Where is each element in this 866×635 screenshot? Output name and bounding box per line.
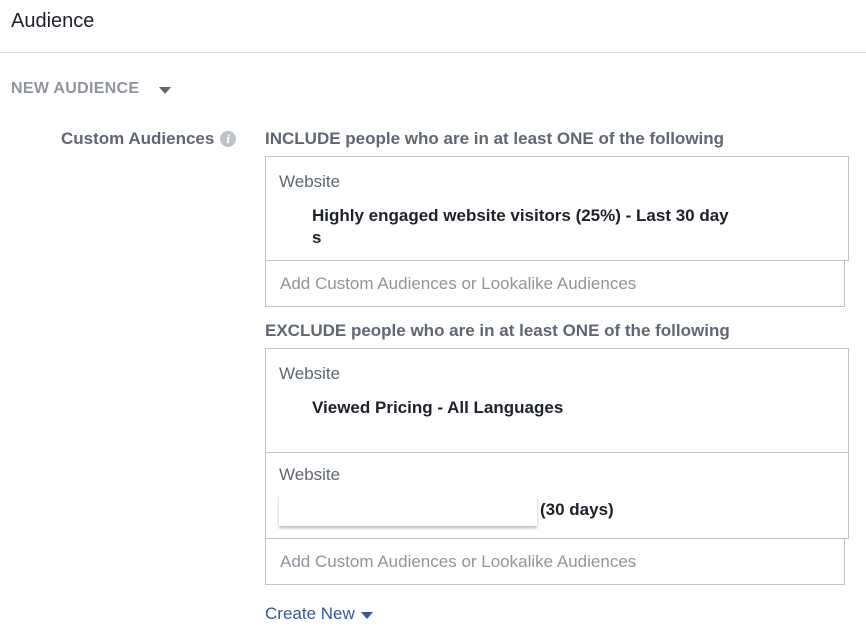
exclude-audience-item: Website (30 days) bbox=[265, 452, 849, 539]
custom-audiences-label-row: Custom Audiences i bbox=[61, 129, 237, 149]
audience-source-label: Website bbox=[279, 364, 341, 383]
include-add-audience-input[interactable] bbox=[265, 260, 845, 307]
section-header: Audience bbox=[0, 0, 866, 53]
exclude-add-audience-input[interactable] bbox=[265, 538, 845, 585]
audience-name-line-2: s bbox=[312, 228, 322, 247]
redacted-audience-name bbox=[279, 494, 537, 526]
exclude-audience-item: Website Viewed Pricing - All Languages bbox=[265, 348, 849, 453]
include-heading: INCLUDE people who are in at least ONE o… bbox=[265, 129, 725, 148]
create-new-label: Create New bbox=[265, 604, 355, 623]
chevron-down-icon bbox=[360, 611, 373, 619]
audience-source-label: Website bbox=[279, 172, 341, 191]
chevron-down-icon bbox=[159, 87, 172, 94]
custom-audiences-label: Custom Audiences bbox=[61, 129, 215, 148]
audience-name: Viewed Pricing - All Languages bbox=[312, 398, 564, 417]
exclude-heading: EXCLUDE people who are in at least ONE o… bbox=[265, 321, 730, 340]
audience-source-label: Website bbox=[279, 465, 341, 484]
info-icon[interactable]: i bbox=[220, 131, 237, 147]
new-audience-label: NEW AUDIENCE bbox=[11, 80, 140, 97]
create-new-button[interactable]: Create New bbox=[265, 604, 373, 624]
audience-duration: (30 days) bbox=[540, 500, 614, 519]
audience-name: Highly engaged website visitors (25%) - … bbox=[312, 205, 729, 249]
section-title: Audience bbox=[11, 10, 95, 32]
include-audience-item: Website Highly engaged website visitors … bbox=[265, 156, 849, 261]
new-audience-dropdown[interactable]: NEW AUDIENCE bbox=[11, 80, 172, 98]
audience-name-line-1: Highly engaged website visitors (25%) - … bbox=[312, 206, 729, 225]
